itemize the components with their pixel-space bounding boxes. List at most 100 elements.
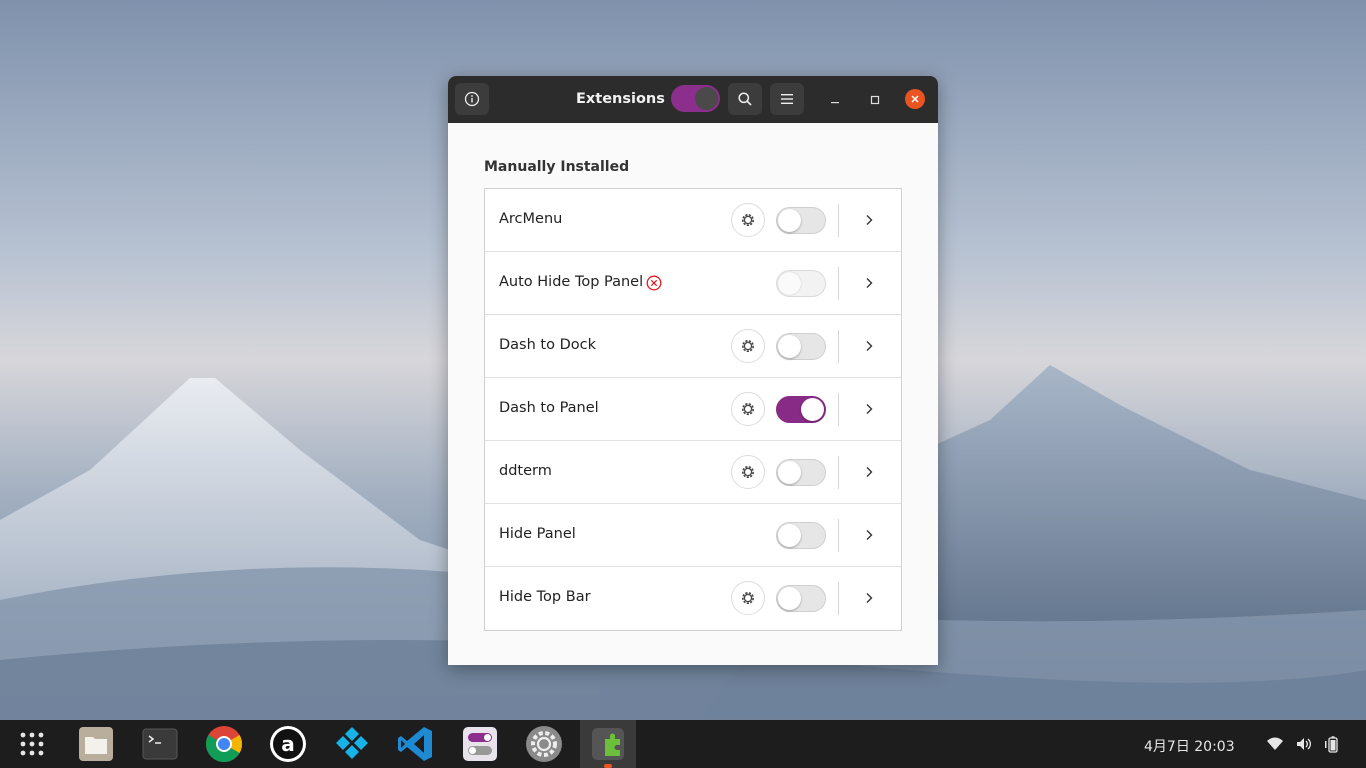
files-app[interactable] — [76, 724, 116, 764]
extensions-master-switch[interactable] — [671, 85, 720, 112]
switch-knob — [695, 87, 718, 110]
settings-button[interactable] — [731, 455, 765, 489]
extension-name: Dash to Dock — [499, 337, 596, 353]
expand-button[interactable] — [861, 463, 877, 481]
extension-row-dash-to-panel[interactable]: Dash to Panel — [485, 378, 901, 441]
section-title: Manually Installed — [484, 159, 630, 175]
extension-row-arcmenu[interactable]: ArcMenu — [485, 189, 901, 252]
expand-button[interactable] — [861, 211, 877, 229]
gear-icon — [742, 592, 754, 604]
divider — [838, 330, 839, 363]
settings-button[interactable] — [731, 392, 765, 426]
switch-knob — [778, 524, 801, 547]
switch-knob — [778, 461, 801, 484]
expand-button[interactable] — [861, 337, 877, 355]
clock[interactable]: 4月7日 20:03 — [1144, 736, 1235, 756]
files-icon — [79, 727, 113, 761]
extension-toggle[interactable] — [776, 270, 826, 297]
expand-button[interactable] — [861, 400, 877, 418]
chevron-right-icon — [866, 530, 873, 540]
extension-name: ddterm — [499, 463, 552, 479]
expand-button[interactable] — [861, 274, 877, 292]
extension-name: Hide Top Bar — [499, 589, 591, 605]
switch-knob — [778, 272, 801, 295]
extension-toggle[interactable] — [776, 207, 826, 234]
gear-icon — [742, 340, 754, 352]
info-icon — [464, 91, 480, 107]
running-indicator — [604, 764, 612, 768]
gear-icon — [742, 214, 754, 226]
extension-row-auto-hide-top-panel[interactable]: Auto Hide Top Panel — [485, 252, 901, 315]
settings-app[interactable] — [524, 724, 564, 764]
divider — [838, 519, 839, 552]
chrome-app[interactable] — [204, 724, 244, 764]
window-content: Manually Installed ArcMenu Auto Hide Top… — [448, 123, 938, 631]
show-apps-button[interactable] — [12, 724, 52, 764]
minimize-icon — [831, 102, 839, 104]
kodi-icon — [336, 727, 368, 759]
extension-toggle[interactable] — [776, 585, 826, 612]
divider — [838, 582, 839, 615]
vscode-app[interactable] — [396, 724, 436, 764]
search-button[interactable] — [728, 83, 762, 115]
menu-button[interactable] — [770, 83, 804, 115]
settings-icon — [526, 726, 562, 762]
settings-button[interactable] — [731, 203, 765, 237]
extension-row-ddterm[interactable]: ddterm — [485, 441, 901, 504]
extension-toggle[interactable] — [776, 396, 826, 423]
expand-button[interactable] — [861, 526, 877, 544]
extension-row-hide-panel[interactable]: Hide Panel — [485, 504, 901, 567]
close-icon — [911, 95, 919, 103]
divider — [838, 267, 839, 300]
chevron-right-icon — [866, 467, 873, 477]
extension-name: ArcMenu — [499, 211, 563, 227]
battery-icon[interactable] — [1324, 735, 1342, 753]
chevron-right-icon — [866, 404, 873, 414]
extension-name: Hide Panel — [499, 526, 576, 542]
expand-button[interactable] — [861, 589, 877, 607]
minimize-button[interactable] — [825, 90, 845, 110]
maximize-icon — [870, 95, 880, 105]
wifi-icon[interactable] — [1266, 735, 1284, 753]
extension-row-hide-top-bar[interactable]: Hide Top Bar — [485, 567, 901, 630]
divider — [838, 393, 839, 426]
chevron-right-icon — [866, 278, 873, 288]
settings-button[interactable] — [731, 581, 765, 615]
terminal-icon — [142, 728, 178, 760]
vscode-icon — [398, 727, 432, 761]
svg-text:a: a — [281, 732, 295, 756]
gear-icon — [742, 466, 754, 478]
window-title: Extensions — [576, 91, 665, 107]
extensions-app[interactable] — [588, 724, 628, 764]
extension-toggle[interactable] — [776, 522, 826, 549]
kodi-app[interactable] — [332, 724, 372, 764]
taskbar: a 4月7日 20:03 — [0, 720, 1366, 768]
extension-row-dash-to-dock[interactable]: Dash to Dock — [485, 315, 901, 378]
switch-knob — [778, 587, 801, 610]
extension-toggle[interactable] — [776, 333, 826, 360]
divider — [838, 204, 839, 237]
a-app[interactable]: a — [268, 724, 308, 764]
extension-toggle[interactable] — [776, 459, 826, 486]
titlebar: Extensions — [448, 76, 938, 123]
extensions-list: ArcMenu Auto Hide Top Panel Dash to Dock… — [484, 188, 902, 631]
search-icon — [738, 92, 752, 106]
extension-name: Dash to Panel — [499, 400, 599, 416]
error-icon — [646, 275, 662, 291]
divider — [838, 456, 839, 489]
show-apps-icon — [20, 732, 44, 756]
terminal-app[interactable] — [140, 724, 180, 764]
switch-knob — [778, 209, 801, 232]
chevron-right-icon — [866, 215, 873, 225]
tweaks-icon — [463, 727, 497, 761]
settings-button[interactable] — [731, 329, 765, 363]
tweaks-app[interactable] — [460, 724, 500, 764]
maximize-button[interactable] — [865, 90, 885, 110]
close-button[interactable] — [905, 89, 925, 109]
extension-name: Auto Hide Top Panel — [499, 274, 644, 290]
chrome-icon — [205, 726, 243, 763]
switch-knob — [778, 335, 801, 358]
gear-icon — [742, 403, 754, 415]
about-button[interactable] — [455, 83, 489, 115]
volume-icon[interactable] — [1295, 735, 1313, 753]
